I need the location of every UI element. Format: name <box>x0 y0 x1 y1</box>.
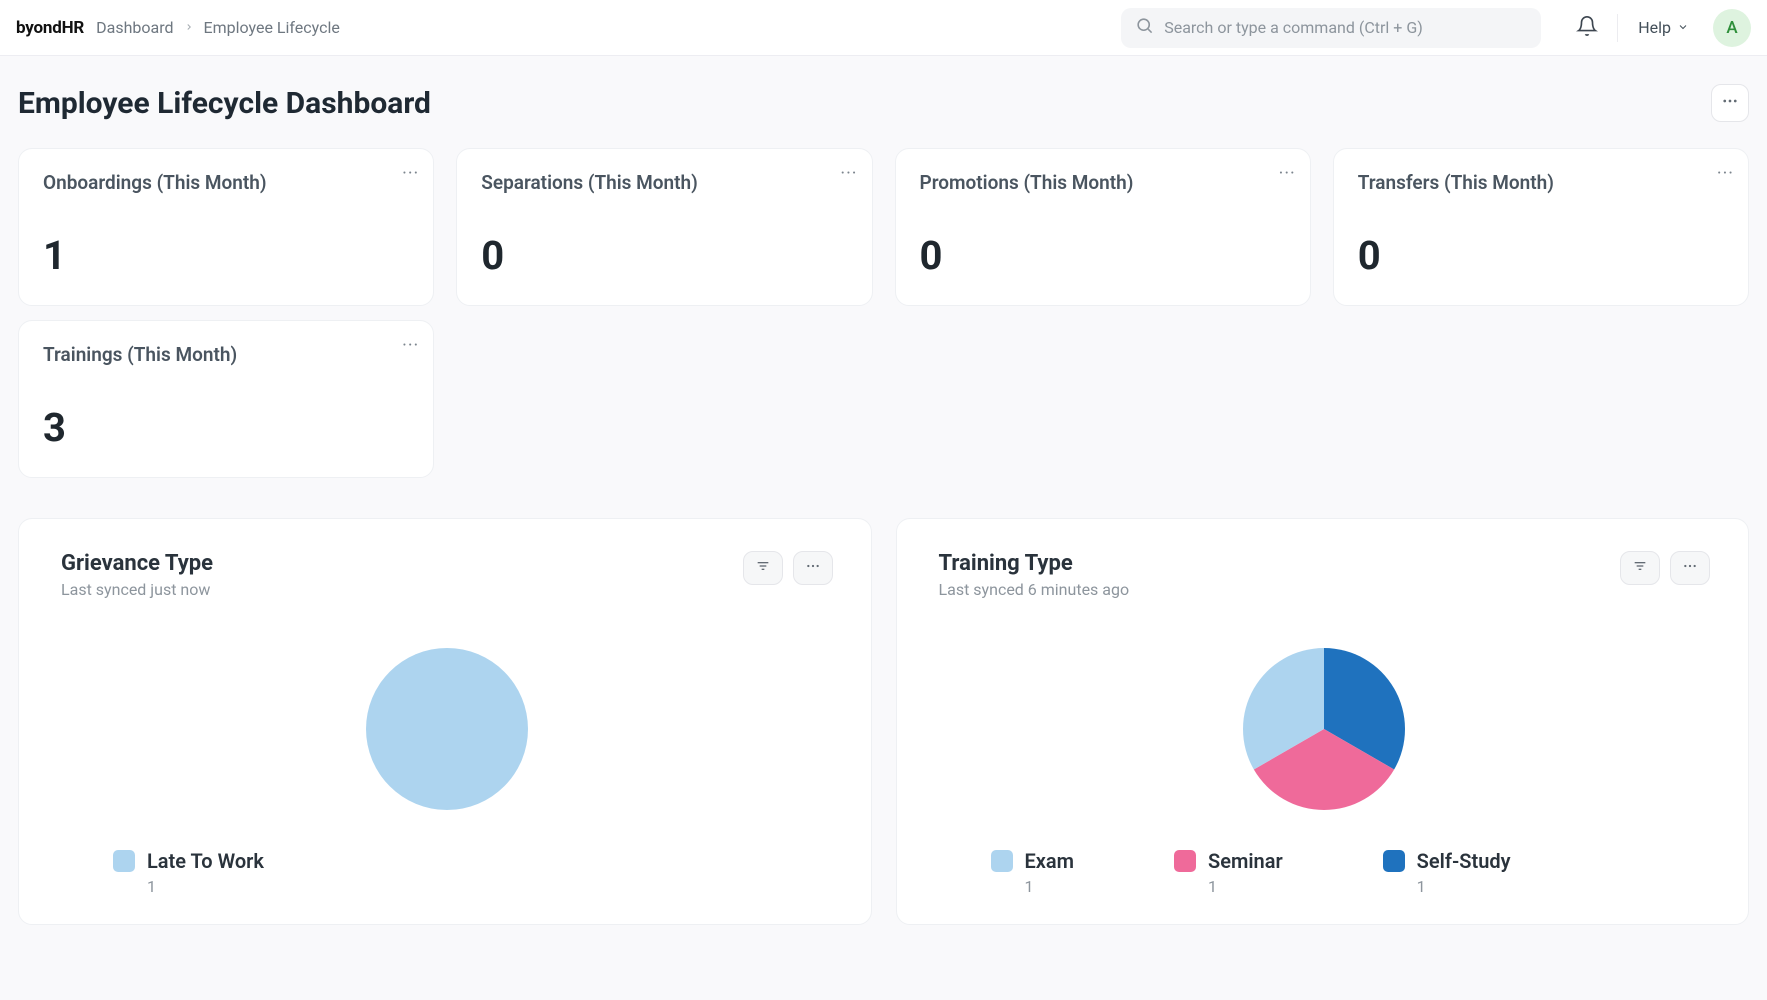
legend-swatch <box>1383 850 1405 872</box>
card-title: Onboardings (This Month) <box>43 171 409 194</box>
help-label: Help <box>1638 18 1671 37</box>
legend: Exam 1 Seminar 1 Self-Study 1 <box>939 849 1711 896</box>
card-title: Separations (This Month) <box>481 171 847 194</box>
legend-label: Late To Work <box>147 849 264 873</box>
stat-card-trainings[interactable]: ··· Trainings (This Month) 3 <box>18 320 434 478</box>
card-value: 0 <box>1358 232 1724 279</box>
user-avatar[interactable]: A <box>1713 9 1751 47</box>
panel-more-button[interactable] <box>793 551 833 585</box>
legend-label: Self-Study <box>1417 849 1511 873</box>
divider <box>1617 14 1618 42</box>
panel-sync-status: Last synced 6 minutes ago <box>939 580 1621 599</box>
breadcrumb-current[interactable]: Employee Lifecycle <box>204 18 340 37</box>
legend-value: 1 <box>1417 877 1511 896</box>
panel-header: Grievance Type Last synced just now <box>61 551 833 599</box>
card-more-button[interactable]: ··· <box>402 163 419 184</box>
pie-chart-training <box>939 639 1711 819</box>
legend-label: Seminar <box>1208 849 1283 873</box>
panel-grievance-type: Grievance Type Last synced just now <box>18 518 872 925</box>
legend-value: 1 <box>1208 877 1283 896</box>
search-placeholder-text: Search or type a command (Ctrl + G) <box>1164 18 1423 37</box>
search-input[interactable]: Search or type a command (Ctrl + G) <box>1121 8 1541 48</box>
legend-swatch <box>991 850 1013 872</box>
brand-name: byondHR <box>16 18 84 38</box>
card-value: 3 <box>43 404 409 451</box>
more-icon: ··· <box>1279 163 1296 184</box>
legend-value: 1 <box>1025 877 1075 896</box>
page-title-row: Employee Lifecycle Dashboard <box>0 56 1767 128</box>
card-title: Trainings (This Month) <box>43 343 409 366</box>
more-icon: ··· <box>402 335 419 356</box>
filter-button[interactable] <box>1620 551 1660 585</box>
filter-icon <box>755 558 771 578</box>
breadcrumb: Dashboard Employee Lifecycle <box>96 18 340 37</box>
card-more-button[interactable]: ··· <box>1717 163 1734 184</box>
pie-chart-grievance <box>61 639 833 819</box>
card-title: Transfers (This Month) <box>1358 171 1724 194</box>
avatar-initial: A <box>1726 18 1737 38</box>
more-icon <box>805 558 821 578</box>
legend-item: Seminar 1 <box>1174 849 1283 896</box>
stat-card-separations[interactable]: ··· Separations (This Month) 0 <box>456 148 872 306</box>
more-icon <box>1682 558 1698 578</box>
panel-training-type: Training Type Last synced 6 minutes ago <box>896 518 1750 925</box>
card-more-button[interactable]: ··· <box>840 163 857 184</box>
chart-panels: Grievance Type Last synced just now <box>0 478 1767 925</box>
bell-icon <box>1576 15 1598 41</box>
card-value: 0 <box>920 232 1286 279</box>
stat-cards-row-2: ··· Trainings (This Month) 3 <box>0 306 1767 478</box>
top-bar: byondHR Dashboard Employee Lifecycle Sea… <box>0 0 1767 56</box>
chevron-right-icon <box>184 20 194 36</box>
more-icon: ··· <box>840 163 857 184</box>
card-more-button[interactable]: ··· <box>1279 163 1296 184</box>
filter-icon <box>1632 558 1648 578</box>
panel-title: Grievance Type <box>61 551 743 576</box>
breadcrumb-dashboard[interactable]: Dashboard <box>96 18 173 37</box>
legend-item: Self-Study 1 <box>1383 849 1511 896</box>
panel-header: Training Type Last synced 6 minutes ago <box>939 551 1711 599</box>
help-menu[interactable]: Help <box>1630 12 1697 43</box>
card-value: 0 <box>481 232 847 279</box>
legend-label: Exam <box>1025 849 1075 873</box>
more-icon: ··· <box>1717 163 1734 184</box>
more-icon: ··· <box>402 163 419 184</box>
notifications-button[interactable] <box>1569 10 1605 46</box>
legend-swatch <box>113 850 135 872</box>
more-icon <box>1721 92 1739 114</box>
legend: Late To Work 1 <box>61 849 833 896</box>
stat-card-promotions[interactable]: ··· Promotions (This Month) 0 <box>895 148 1311 306</box>
legend-swatch <box>1174 850 1196 872</box>
stat-card-onboardings[interactable]: ··· Onboardings (This Month) 1 <box>18 148 434 306</box>
panel-more-button[interactable] <box>1670 551 1710 585</box>
legend-item: Late To Work 1 <box>113 849 264 896</box>
page-title: Employee Lifecycle Dashboard <box>18 86 431 121</box>
stat-cards-row-1: ··· Onboardings (This Month) 1 ··· Separ… <box>0 128 1767 306</box>
brand-logo: byondHR <box>16 18 84 38</box>
chevron-down-icon <box>1677 18 1689 37</box>
card-more-button[interactable]: ··· <box>402 335 419 356</box>
filter-button[interactable] <box>743 551 783 585</box>
legend-value: 1 <box>147 877 264 896</box>
stat-card-transfers[interactable]: ··· Transfers (This Month) 0 <box>1333 148 1749 306</box>
card-title: Promotions (This Month) <box>920 171 1286 194</box>
page-more-button[interactable] <box>1711 84 1749 122</box>
panel-sync-status: Last synced just now <box>61 580 743 599</box>
search-icon <box>1135 16 1154 39</box>
legend-item: Exam 1 <box>991 849 1075 896</box>
card-value: 1 <box>43 232 409 279</box>
panel-title: Training Type <box>939 551 1621 576</box>
